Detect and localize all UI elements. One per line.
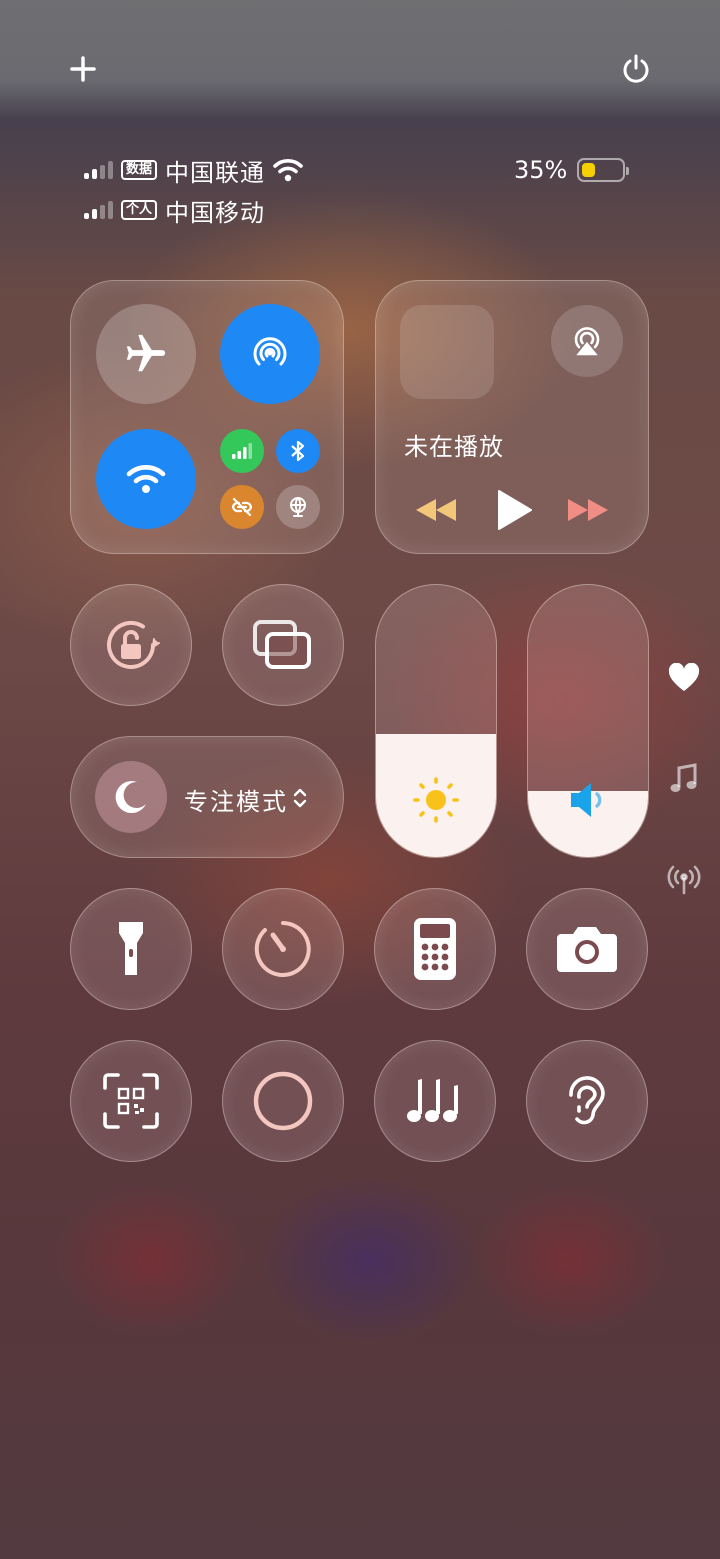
hotspot-toggle[interactable] bbox=[220, 485, 264, 529]
plus-icon bbox=[70, 56, 96, 82]
music-recognition-icon bbox=[407, 1079, 458, 1122]
flashlight-button[interactable] bbox=[70, 888, 192, 1010]
play-button[interactable] bbox=[488, 484, 540, 536]
airplay-button[interactable] bbox=[551, 305, 623, 377]
chevron-updown-icon bbox=[293, 788, 307, 808]
favorites-page-button[interactable] bbox=[664, 658, 704, 698]
play-icon bbox=[498, 490, 532, 530]
carrier-name: 中国联通 bbox=[165, 158, 266, 187]
globe-icon bbox=[290, 497, 306, 517]
wifi-status-icon bbox=[273, 159, 303, 182]
now-playing-status: 未在播放 bbox=[404, 433, 504, 461]
focus-moon-badge bbox=[95, 761, 167, 833]
music-note-icon bbox=[670, 763, 697, 792]
qr-code-icon bbox=[103, 1073, 159, 1129]
brightness-slider[interactable] bbox=[375, 584, 497, 858]
flashlight-icon bbox=[119, 922, 143, 975]
timer-button[interactable] bbox=[222, 888, 344, 1010]
rewind-button[interactable] bbox=[410, 490, 462, 530]
vpn-toggle[interactable] bbox=[276, 485, 320, 529]
carrier-name: 中国移动 bbox=[165, 198, 266, 227]
power-icon bbox=[623, 54, 649, 83]
timer-icon bbox=[254, 921, 311, 977]
rewind-icon bbox=[416, 499, 456, 521]
album-art-placeholder bbox=[400, 305, 494, 399]
wifi-icon bbox=[126, 465, 166, 493]
connectivity-page-button[interactable] bbox=[664, 860, 704, 900]
carrier-row-2: 个人 中国移动 bbox=[84, 195, 266, 227]
sim-tag: 数据 bbox=[121, 160, 158, 180]
bluetooth-toggle[interactable] bbox=[276, 429, 320, 473]
volume-slider[interactable] bbox=[527, 584, 649, 858]
link-icon bbox=[231, 497, 253, 517]
camera-button[interactable] bbox=[526, 888, 648, 1010]
heart-icon bbox=[668, 663, 700, 691]
hearing-button[interactable] bbox=[526, 1040, 648, 1162]
airdrop-toggle[interactable] bbox=[220, 304, 320, 404]
hearing-icon bbox=[569, 1076, 605, 1125]
airplay-icon bbox=[574, 327, 600, 356]
battery-percent: 35% bbox=[514, 156, 568, 184]
battery-icon bbox=[577, 158, 630, 182]
speaker-icon bbox=[571, 783, 602, 817]
fast-forward-button[interactable] bbox=[562, 490, 614, 530]
rotation-lock-icon bbox=[107, 620, 160, 669]
cellular-icon bbox=[232, 443, 252, 459]
moon-icon bbox=[115, 781, 146, 814]
calculator-icon bbox=[414, 918, 456, 980]
music-recognition-button[interactable] bbox=[374, 1040, 496, 1162]
cellular-toggle[interactable] bbox=[220, 429, 264, 473]
add-control-button[interactable] bbox=[59, 45, 107, 93]
qr-scanner-button[interactable] bbox=[70, 1040, 192, 1162]
screen-mirroring-button[interactable] bbox=[222, 584, 344, 706]
signal-strength-icon bbox=[84, 201, 113, 219]
carrier-row-1: 数据 中国联通 bbox=[84, 155, 303, 187]
rotation-lock-button[interactable] bbox=[70, 584, 192, 706]
screen-record-button[interactable] bbox=[222, 1040, 344, 1162]
power-button[interactable] bbox=[612, 45, 660, 93]
airplane-icon bbox=[126, 334, 166, 372]
screen-record-icon bbox=[253, 1071, 313, 1131]
calculator-button[interactable] bbox=[374, 888, 496, 1010]
fast-forward-icon bbox=[568, 499, 608, 521]
bluetooth-icon bbox=[291, 440, 305, 462]
focus-mode-label: 专注模式 bbox=[184, 788, 288, 816]
music-page-button[interactable] bbox=[664, 759, 704, 799]
airplane-mode-toggle[interactable] bbox=[96, 304, 196, 404]
wifi-toggle[interactable] bbox=[96, 429, 196, 529]
antenna-icon bbox=[667, 865, 701, 895]
sun-icon bbox=[413, 777, 459, 823]
signal-strength-icon bbox=[84, 161, 113, 179]
airdrop-icon bbox=[253, 337, 287, 366]
sim-tag: 个人 bbox=[121, 200, 158, 220]
camera-icon bbox=[557, 927, 617, 972]
battery-indicator: 35% bbox=[514, 155, 630, 185]
screen-mirroring-icon bbox=[253, 620, 311, 669]
